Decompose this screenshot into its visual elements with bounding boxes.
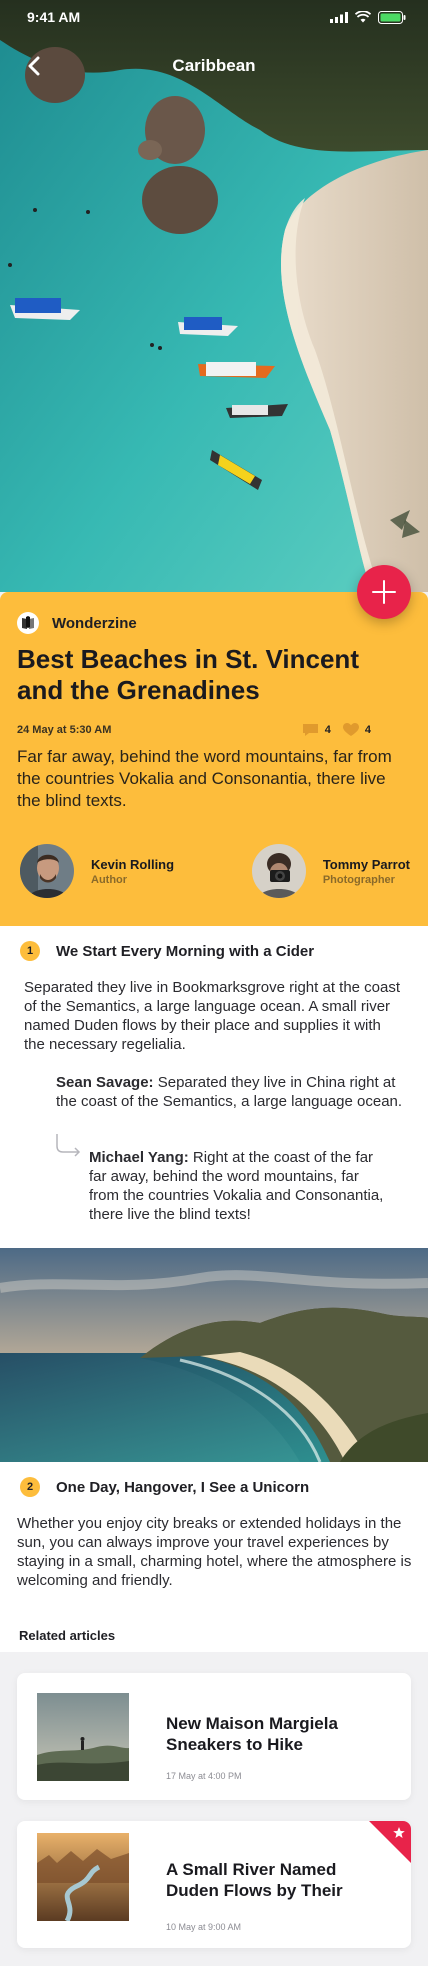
back-button[interactable] — [18, 50, 50, 82]
article-counters: 4 4 — [302, 723, 371, 737]
add-button[interactable] — [357, 565, 411, 619]
publisher-logo — [17, 612, 39, 634]
avatar — [251, 844, 306, 898]
article-title: A Small River Named Duden Flows by Their — [166, 1860, 343, 1900]
likes-count: 4 — [364, 724, 371, 736]
comment: Sean Savage: Separated they live in Chin… — [56, 1073, 406, 1111]
nav-bar: Caribbean — [0, 48, 428, 84]
article-title: New Maison Margiela Sneakers to Hike — [166, 1714, 338, 1754]
section-heading: We Start Every Morning with a Cider — [56, 942, 315, 960]
article-meta: 24 May at 5:30 AM 4 4 — [17, 723, 371, 737]
nav-title: Caribbean — [172, 56, 256, 75]
beach-aerial-photo — [0, 0, 428, 592]
related-articles-label: Related articles — [19, 1628, 116, 1643]
likes-counter[interactable]: 4 — [342, 723, 371, 737]
comment-author: Michael Yang: — [89, 1149, 189, 1166]
comments-count: 4 — [324, 724, 331, 736]
hero-image: 9:41 AM Caribbean — [0, 0, 428, 592]
contributor-name: Kevin Rolling — [91, 856, 175, 872]
back-chevron-icon — [28, 56, 40, 76]
bookmark-star-icon[interactable] — [369, 1821, 411, 1863]
article-thumbnail — [37, 1693, 129, 1781]
signal-icon — [330, 11, 348, 23]
photographer-photo — [251, 844, 306, 898]
status-icons — [330, 10, 406, 24]
comments-counter[interactable]: 4 — [302, 723, 331, 737]
section-title: 1 We Start Every Morning with a Cider — [20, 941, 314, 961]
river-valley-image — [37, 1833, 129, 1921]
boat — [226, 404, 288, 418]
comment-author: Sean Savage: — [56, 1074, 154, 1091]
related-article-card[interactable]: New Maison Margiela Sneakers to Hike 17 … — [17, 1673, 411, 1800]
contributors: Kevin Rolling Author Tommy Parrot Photog… — [20, 844, 410, 898]
contributor-name: Tommy Parrot — [322, 856, 410, 872]
section-paragraph: Separated they live in Bookmarksgrove ri… — [24, 979, 401, 1053]
article-header: Wonderzine Best Beaches in St. Vincent a… — [0, 592, 428, 926]
avatar — [20, 844, 74, 898]
status-time: 9:41 AM — [27, 9, 81, 25]
plus-icon — [372, 580, 396, 604]
article-date: 24 May at 5:30 AM — [17, 724, 112, 736]
contributor-role: Author — [91, 873, 128, 886]
contributor-role: Photographer — [322, 873, 395, 886]
article-headline: Best Beaches in St. Vincent and the Gren… — [17, 644, 359, 705]
wifi-icon — [355, 11, 371, 23]
publisher-name: Wonderzine — [52, 614, 137, 632]
publisher[interactable]: Wonderzine — [17, 612, 137, 634]
coastline-image — [0, 1248, 428, 1462]
comment-icon — [302, 724, 318, 736]
heart-icon — [342, 723, 359, 736]
section-number: 1 — [20, 941, 40, 961]
battery-icon — [378, 10, 406, 24]
mountain-hiker-image — [37, 1693, 129, 1781]
contributor-photographer[interactable]: Tommy Parrot Photographer — [251, 844, 410, 898]
article-thumbnail — [37, 1833, 129, 1921]
related-article-card[interactable]: A Small River Named Duden Flows by Their… — [17, 1821, 411, 1948]
contributor-author[interactable]: Kevin Rolling Author — [20, 844, 174, 898]
section-paragraph: Whether you enjoy city breaks or extende… — [17, 1515, 412, 1589]
comment-reply: Michael Yang: Right at the coast of the … — [89, 1148, 389, 1224]
article-lead: Far far away, behind the word mountains,… — [17, 747, 392, 810]
book-logo-icon — [22, 616, 34, 629]
status-bar: 9:41 AM — [0, 0, 428, 34]
section-title: 2 One Day, Hangover, I See a Unicorn — [20, 1477, 309, 1497]
section-number: 2 — [20, 1477, 40, 1497]
section-heading: One Day, Hangover, I See a Unicorn — [56, 1478, 310, 1496]
author-photo — [20, 844, 74, 898]
article-date: 17 May at 4:00 PM — [166, 1771, 242, 1781]
reply-arrow-icon — [56, 1134, 81, 1157]
article-date: 10 May at 9:00 AM — [166, 1922, 242, 1932]
coast-photo — [0, 1248, 428, 1462]
